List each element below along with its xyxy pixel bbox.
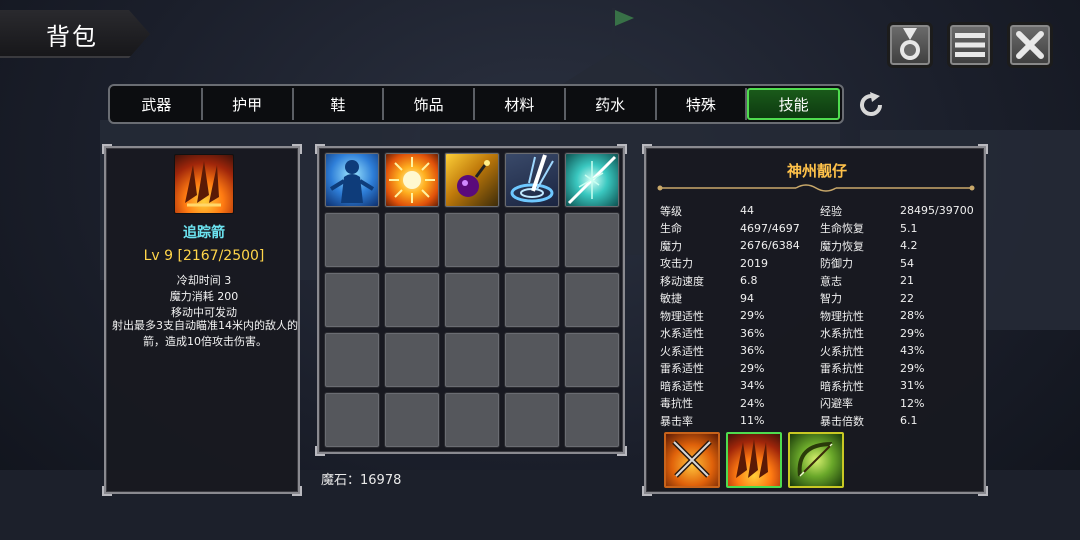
close-icon <box>1016 31 1044 59</box>
empty-skill-slot[interactable] <box>384 272 440 328</box>
stat-row: 水系适性 36% 水系抗性 29% <box>660 326 925 341</box>
equipped-skill-slot[interactable] <box>664 432 720 488</box>
empty-skill-slot[interactable] <box>324 332 380 388</box>
refresh-button[interactable] <box>856 90 886 120</box>
stat-row: 暗系适性 34% 暗系抗性 31% <box>660 379 925 393</box>
equipped-skill-slot[interactable] <box>788 432 844 488</box>
skill-name: 追踪箭 <box>183 225 225 241</box>
stat-row: 毒抗性 24% 闪避率 12% <box>660 396 925 411</box>
lightning-strike-icon <box>567 155 617 205</box>
skill-slot[interactable] <box>384 152 440 208</box>
empty-skill-slot[interactable] <box>504 272 560 328</box>
category-tab-bar: 武器 护甲 鞋 饰品 材料 药水 特殊 技能 <box>108 84 844 124</box>
stat-row: 暴击率 11% 暴击倍数 6.1 <box>660 414 918 428</box>
tab-shoes[interactable]: 鞋 <box>294 88 385 120</box>
stat-row: 魔力 2676/6384 魔力恢复 4.2 <box>660 239 918 253</box>
stat-row: 火系适性 36% 火系抗性 43% <box>660 344 925 358</box>
tab-armor[interactable]: 护甲 <box>203 88 294 120</box>
empty-skill-slot[interactable] <box>324 272 380 328</box>
stat-row: 敏捷 94 智力 22 <box>660 291 914 306</box>
equipped-skill-slot[interactable] <box>726 432 782 488</box>
page-title: 背包 <box>46 23 98 51</box>
empty-skill-slot[interactable] <box>564 212 620 268</box>
medal-icon <box>900 28 920 60</box>
refresh-icon <box>860 92 882 116</box>
target-hit-icon <box>510 154 554 203</box>
empty-skill-slot[interactable] <box>324 392 380 448</box>
skill-slot[interactable] <box>444 152 500 208</box>
stat-row: 攻击力 2019 防御力 54 <box>660 256 914 271</box>
empty-skill-slot[interactable] <box>444 392 500 448</box>
tab-accessory[interactable]: 饰品 <box>384 88 475 120</box>
skill-cooldown: 冷却时间 3 <box>176 274 232 287</box>
tab-potion[interactable]: 药水 <box>566 88 657 120</box>
stat-row: 移动速度 6.8 意志 21 <box>660 274 914 288</box>
empty-skill-slot[interactable] <box>444 272 500 328</box>
skill-slot[interactable] <box>564 152 620 208</box>
empty-skill-slot[interactable] <box>564 392 620 448</box>
empty-skill-slot[interactable] <box>384 332 440 388</box>
close-button[interactable] <box>1007 22 1053 68</box>
menu-button[interactable] <box>947 22 993 68</box>
menu-icon <box>955 33 985 57</box>
empty-skill-slot[interactable] <box>444 332 500 388</box>
stat-row: 等级 44 经验 28495/39700 <box>660 204 974 218</box>
tab-weapon[interactable]: 武器 <box>112 88 203 120</box>
tab-special[interactable]: 特殊 <box>657 88 748 120</box>
skill-level: Lv 9 [2167/2500] <box>143 248 265 264</box>
empty-skill-slot[interactable] <box>324 212 380 268</box>
claw-fire-icon <box>174 154 234 214</box>
stat-row: 雷系适性 29% 雷系抗性 29% <box>660 361 925 376</box>
empty-skill-slot[interactable] <box>444 212 500 268</box>
character-stats-panel: 神州靓仔 等级 44 经验 28495/39700 生命 4697/4697 生命恢复 5.… <box>642 144 988 496</box>
empty-skill-slot[interactable] <box>384 392 440 448</box>
tab-material[interactable]: 材料 <box>475 88 566 120</box>
claw-fire-icon <box>736 439 768 478</box>
medal-button[interactable] <box>887 22 933 68</box>
empty-skill-slot[interactable] <box>564 332 620 388</box>
empty-skill-slot[interactable] <box>384 212 440 268</box>
empty-skill-slot[interactable] <box>564 272 620 328</box>
character-name: 神州靓仔 <box>786 162 847 180</box>
crossed-swords-icon <box>672 440 712 478</box>
bow-icon <box>797 442 833 477</box>
tab-skill[interactable]: 技能 <box>747 88 840 120</box>
empty-skill-slot[interactable] <box>504 392 560 448</box>
spirit-body-icon <box>329 160 375 203</box>
skill-slot[interactable] <box>324 152 380 208</box>
stat-row: 生命 4697/4697 生命恢复 5.1 <box>660 221 918 236</box>
skill-mana-cost: 魔力消耗 200 <box>169 290 239 303</box>
currency-magic-stone: 魔石：16978 <box>321 473 402 488</box>
skill-description: 射出最多3支自动瞄准14米内的敌人的箭，造成10倍攻击伤害。 <box>112 319 298 348</box>
skill-detail-panel: 追踪箭 Lv 9 [2167/2500] 冷却时间 3 魔力消耗 200 移动中… <box>102 144 302 496</box>
empty-skill-slot[interactable] <box>504 212 560 268</box>
skill-slot[interactable] <box>504 152 560 208</box>
stat-row: 物理适性 29% 物理抗性 28% <box>660 309 925 323</box>
stats-table: 等级 44 经验 28495/39700 生命 4697/4697 生命恢复 5.1 魔力 2… <box>660 202 980 430</box>
sun-burst-icon <box>389 157 435 203</box>
skill-grid <box>324 152 620 448</box>
bomb-icon <box>457 160 490 197</box>
empty-skill-slot[interactable] <box>504 332 560 388</box>
ornament-divider <box>657 184 975 192</box>
